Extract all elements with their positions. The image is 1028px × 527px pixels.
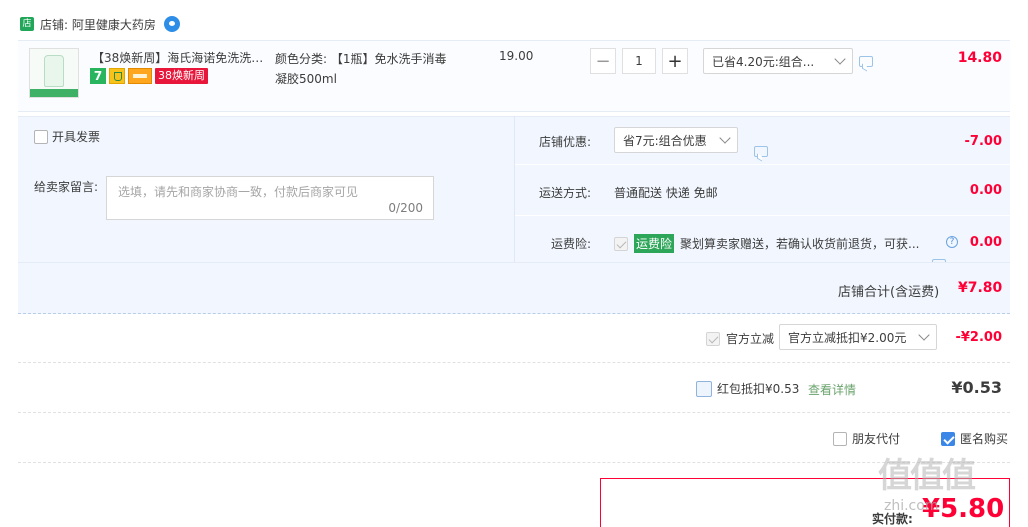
message-textarea[interactable]: 选填，请先和商家协商一致，付款后商家可见 0/200 — [106, 176, 434, 220]
product-badges: 7 38焕新周 — [90, 68, 208, 84]
official-discount-select[interactable]: 官方立减抵扣¥2.00元 — [779, 324, 937, 350]
redpacket-option[interactable]: 红包抵扣¥0.53 — [696, 380, 799, 397]
shop-discount-selected: 省7元:组合优惠 — [623, 133, 707, 148]
delivery-label: 运送方式: — [538, 186, 591, 200]
anonymous-option[interactable]: 匿名购买 — [941, 430, 1008, 447]
delivery-amount: 0.00 — [969, 183, 1002, 198]
product-thumbnail[interactable] — [29, 48, 79, 98]
watermark-text: zhi.com — [884, 498, 939, 514]
official-discount-amount: -¥2.00 — [955, 330, 1002, 345]
section-separator — [18, 412, 1010, 413]
section-separator — [18, 362, 1010, 363]
sku-line-2: 凝胶500ml — [275, 72, 337, 86]
qty-minus-button[interactable]: − — [590, 48, 616, 74]
shield-icon — [109, 68, 125, 84]
row-divider — [515, 215, 1010, 216]
qty-plus-button[interactable]: + — [662, 48, 688, 74]
invoice-label: 开具发票 — [52, 130, 101, 144]
freight-insurance-text: 聚划算卖家赠送，若确认收货前退货，可获... — [680, 237, 920, 251]
seven-day-return-badge: 7 — [90, 68, 106, 84]
bottle-image — [44, 55, 64, 87]
shop-discount-select[interactable]: 省7元:组合优惠 — [614, 127, 738, 153]
freight-insurance-checkbox — [614, 236, 628, 251]
freight-insurance-amount: 0.00 — [969, 235, 1002, 250]
shop-name[interactable]: 店铺: 阿里健康大药房 — [40, 16, 156, 33]
redpacket-amount: ¥0.53 — [951, 378, 1002, 397]
wangwang-chat-icon[interactable] — [163, 16, 180, 32]
redpacket-details-link[interactable]: 查看详情 — [808, 381, 856, 398]
row-divider — [515, 164, 1010, 165]
message-label: 给卖家留言: — [34, 180, 99, 194]
redpacket-checkbox[interactable] — [696, 380, 712, 397]
freight-insurance-label: 运费险: — [550, 237, 591, 251]
anonymous-checkbox[interactable] — [941, 431, 955, 446]
anonymous-label: 匿名购买 — [960, 432, 1009, 446]
official-discount-label: 官方立减 — [726, 332, 775, 346]
invoice-checkbox[interactable] — [34, 129, 48, 144]
sku-info: 颜色分类: 【1瓶】免水洗手消毒 凝胶500ml — [275, 49, 465, 89]
freight-insurance-row: 运费险 聚划算卖家赠送，若确认收货前退货，可获... — [614, 234, 924, 253]
official-discount-selected: 官方立减抵扣¥2.00元 — [788, 330, 907, 345]
item-total: 14.80 — [957, 50, 1002, 66]
message-char-count: 0/200 — [388, 201, 423, 215]
shop-subtotal-amount: ¥7.80 — [958, 280, 1003, 296]
official-discount-checkbox — [706, 331, 720, 346]
delivery-value: 普通配送 快递 免邮 — [614, 186, 718, 200]
quantity-stepper: − 1 + — [590, 48, 688, 74]
official-discount-option: 官方立减 — [706, 330, 774, 347]
section-separator — [18, 462, 1010, 463]
chat-bubble-icon[interactable] — [754, 146, 768, 157]
sku-line-1: 颜色分类: 【1瓶】免水洗手消毒 — [275, 52, 447, 66]
shop-header: 店 店铺: 阿里健康大药房 — [20, 14, 180, 34]
friend-pay-option[interactable]: 朋友代付 — [833, 430, 900, 447]
redpacket-label: 红包抵扣¥0.53 — [717, 382, 800, 396]
chevron-down-icon — [719, 132, 731, 144]
item-promo-select[interactable]: 已省4.20元:组合... — [703, 48, 853, 74]
card-icon — [128, 68, 152, 84]
message-placeholder: 选填，请先和商家协商一致，付款后商家可见 — [118, 185, 359, 199]
item-promo-selected: 已省4.20元:组合... — [712, 54, 815, 69]
chat-bubble-icon[interactable] — [859, 56, 873, 67]
shop-subtotal-label: 店铺合计(含运费) — [838, 285, 940, 300]
product-title[interactable]: 【38焕新周】海氏海诺免洗洗手液 — [92, 49, 264, 66]
unit-price: 19.00 — [499, 49, 534, 63]
invoice-option[interactable]: 开具发票 — [34, 128, 100, 145]
thumbnail-label-strip — [30, 89, 78, 97]
friend-pay-checkbox[interactable] — [833, 431, 847, 446]
watermark-logo: 值值值 — [878, 456, 976, 496]
shop-discount-amount: -7.00 — [964, 134, 1002, 149]
qty-input[interactable]: 1 — [622, 48, 656, 74]
shop-icon: 店 — [20, 17, 34, 31]
freight-insurance-tag: 运费险 — [634, 234, 675, 253]
shop-discount-label: 店铺优惠: — [538, 135, 591, 149]
promo-badge: 38焕新周 — [155, 68, 208, 84]
chevron-down-icon — [834, 53, 846, 65]
friend-pay-label: 朋友代付 — [852, 432, 901, 446]
